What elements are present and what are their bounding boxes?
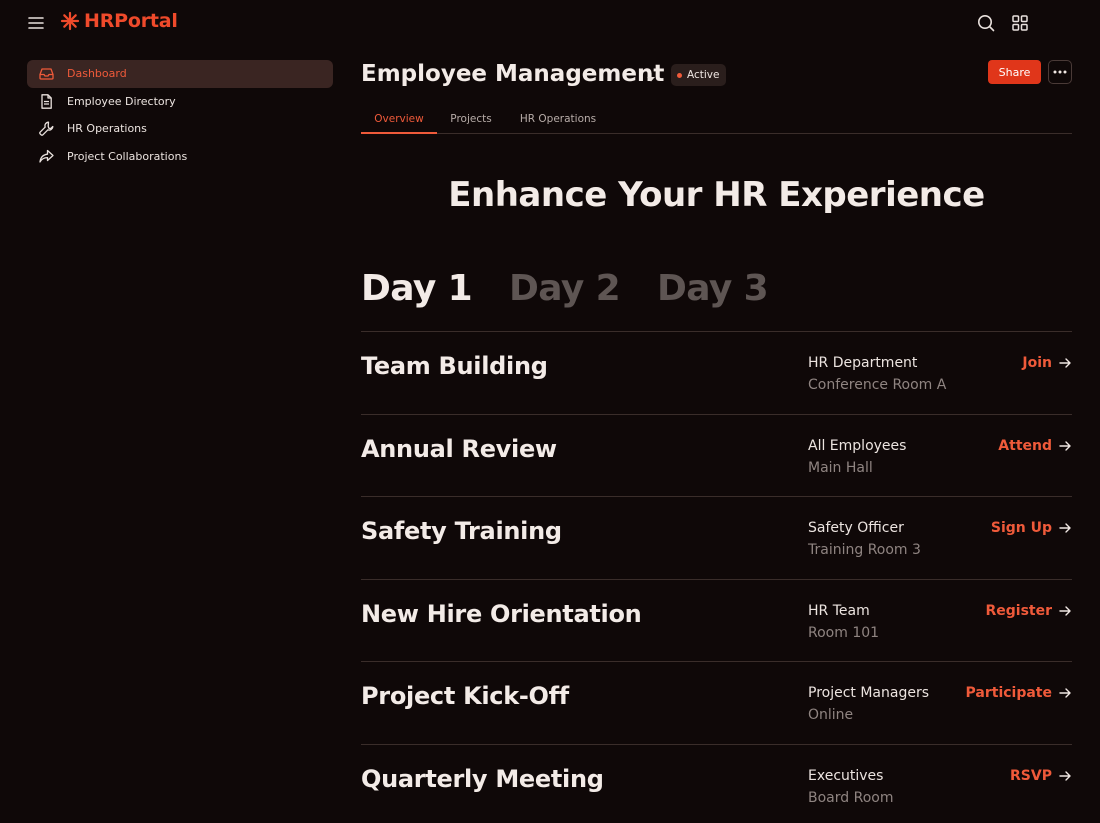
action-label: Participate (965, 685, 1052, 701)
session-host: Project Managers (808, 685, 930, 701)
sidebar: Dashboard Employee Directory HR Operatio… (27, 60, 333, 170)
session-host: Executives (808, 767, 884, 784)
arrow-right-icon (1059, 605, 1071, 616)
status-badge: Active (671, 64, 727, 86)
sidebar-item-label: Employee Directory (67, 94, 176, 108)
sidebar-item-dashboard[interactable]: Dashboard (27, 60, 333, 88)
action-label: Sign Up (990, 520, 1052, 536)
session-room: Room 101 (808, 624, 880, 641)
share-button[interactable]: Share (988, 60, 1041, 84)
tab-hr-operations[interactable]: HR Operations (514, 106, 602, 134)
action-label: RSVP (1010, 767, 1052, 784)
sign-up-link[interactable]: Sign Up (991, 520, 1072, 536)
session-row: Annual Review All Employees Main Hall At… (361, 413, 1072, 497)
share-arrow-icon (38, 148, 55, 165)
app-root: HRPortal Dashboard Employee Directory HR… (0, 0, 1100, 823)
action-label: Join (1022, 355, 1052, 371)
session-room: Main Hall (808, 459, 873, 476)
session-room: Training Room 3 (808, 542, 921, 558)
page-header: Employee Management Active Share (361, 60, 1072, 94)
action-label: Register (985, 602, 1052, 619)
arrow-right-icon (1059, 358, 1071, 368)
hamburger-menu-icon[interactable] (26, 13, 46, 33)
session-host: All Employees (808, 437, 907, 454)
hero-title: Enhance Your HR Experience (448, 175, 985, 215)
arrow-right-icon (1059, 688, 1071, 698)
session-room: Conference Room A (808, 377, 947, 393)
session-row: New Hire Orientation HR Team Room 101 Re… (361, 578, 1072, 662)
session-row: Quarterly Meeting Executives Board Room … (361, 743, 1072, 823)
arrow-right-icon (1059, 440, 1071, 451)
sidebar-item-label: Dashboard (67, 67, 127, 81)
register-link[interactable]: Register (985, 603, 1072, 619)
session-title: Safety Training (361, 517, 562, 545)
session-row: Project Kick-Off Project Managers Online… (361, 661, 1072, 744)
app-logo[interactable]: HRPortal (60, 10, 178, 32)
session-room: Online (808, 707, 854, 723)
sidebar-item-employee-directory[interactable]: Employee Directory (27, 88, 333, 116)
apps-grid-icon[interactable] (1010, 13, 1030, 33)
inbox-tray-icon (38, 65, 55, 82)
more-dots-icon (1053, 70, 1067, 74)
search-icon[interactable] (976, 13, 996, 33)
session-room: Board Room (808, 789, 894, 806)
top-bar: HRPortal (0, 0, 1100, 46)
session-title: Annual Review (361, 434, 557, 463)
app-name: HRPortal (84, 10, 178, 32)
document-icon (38, 93, 55, 110)
sidebar-item-project-collaborations[interactable]: Project Collaborations (27, 143, 333, 171)
asterisk-logo-icon (60, 11, 80, 31)
session-host: HR Team (808, 602, 870, 619)
participate-link[interactable]: Participate (966, 685, 1072, 701)
more-options-button[interactable] (1048, 60, 1072, 84)
session-title: Project Kick-Off (361, 682, 569, 710)
tab-projects[interactable]: Projects (445, 106, 497, 134)
caret-down-icon[interactable] (645, 70, 657, 82)
sidebar-item-label: HR Operations (67, 122, 147, 136)
day-tab-3[interactable]: Day 3 (657, 268, 769, 309)
session-host: Safety Officer (808, 520, 904, 536)
day-tab-1[interactable]: Day 1 (361, 268, 473, 309)
tab-bar: Overview Projects HR Operations (361, 106, 1072, 134)
session-title: Team Building (361, 352, 548, 380)
wrench-icon (38, 120, 55, 137)
session-row: Safety Training Safety Officer Training … (361, 496, 1072, 579)
session-list: Team Building HR Department Conference R… (361, 331, 1072, 823)
action-label: Attend (998, 437, 1052, 454)
status-label: Active (687, 69, 720, 81)
session-host: HR Department (808, 355, 918, 371)
status-dot-icon (677, 72, 682, 78)
join-link[interactable]: Join (1022, 355, 1072, 371)
page-title: Employee Management (361, 61, 665, 87)
arrow-right-icon (1059, 523, 1071, 533)
day-tab-2[interactable]: Day 2 (509, 268, 621, 309)
session-title: Quarterly Meeting (361, 764, 604, 793)
sidebar-item-hr-operations[interactable]: HR Operations (27, 115, 333, 143)
tab-overview[interactable]: Overview (361, 106, 437, 134)
rsvp-link[interactable]: RSVP (1010, 768, 1072, 784)
arrow-right-icon (1059, 770, 1071, 781)
sidebar-item-label: Project Collaborations (67, 149, 188, 163)
session-title: New Hire Orientation (361, 599, 642, 628)
session-row: Team Building HR Department Conference R… (361, 331, 1072, 414)
attend-link[interactable]: Attend (998, 438, 1072, 454)
